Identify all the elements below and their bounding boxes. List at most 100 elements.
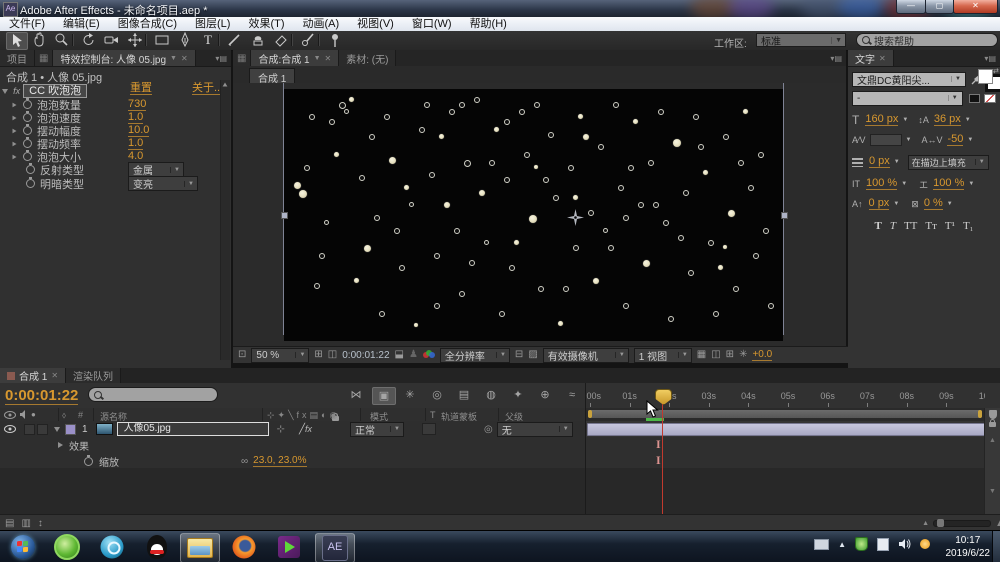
chevron-down-icon[interactable]: ▼	[967, 137, 973, 143]
layer-label-color[interactable]	[65, 424, 76, 435]
twirl-closed-icon[interactable]	[13, 115, 17, 120]
rotation-tool[interactable]	[79, 32, 99, 48]
roto-brush-tool[interactable]	[298, 32, 318, 48]
menu-item-0[interactable]: 文件(F)	[0, 18, 54, 31]
stopwatch-icon[interactable]	[84, 457, 93, 466]
menu-item-3[interactable]: 图层(L)	[186, 18, 239, 31]
twirl-closed-icon[interactable]	[13, 154, 17, 159]
font-family-dropdown[interactable]: 文鼎DC黄阳尖...▼	[852, 72, 966, 87]
chevron-down-icon[interactable]: ▼	[170, 167, 183, 173]
effect-dropdown-row[interactable]: 反射类型金属▼	[12, 163, 232, 176]
layer-duration-bar[interactable]	[587, 423, 985, 436]
property-value[interactable]: 1.0	[128, 112, 143, 124]
hand-tool[interactable]	[29, 32, 49, 48]
current-timecode[interactable]: 0:00:01:22	[5, 387, 78, 405]
viewer-pasteboard[interactable]	[233, 83, 846, 347]
chevron-down-icon[interactable]: ▼	[894, 159, 900, 165]
show-channels-icon[interactable]	[423, 350, 435, 360]
tab-composition[interactable]: 合成:合成 1 ▼ ✕	[251, 50, 339, 66]
chevron-down-icon[interactable]: ▼	[906, 137, 912, 143]
close-icon[interactable]: ✕	[51, 371, 58, 380]
resolution-dropdown[interactable]: 全分辨率▼	[440, 348, 510, 363]
chevron-down-icon[interactable]: ▼	[968, 181, 974, 187]
taskbar-video-player[interactable]	[93, 533, 131, 561]
superscript-button[interactable]: T¹	[941, 220, 959, 232]
menu-item-1[interactable]: 编辑(E)	[54, 18, 109, 31]
zoom-out-mountain-icon[interactable]: ▲	[922, 520, 929, 527]
scroll-down-icon[interactable]: ▼	[985, 488, 1000, 495]
motion-blur-icon[interactable]: ◍	[480, 387, 502, 403]
region-of-interest-icon[interactable]: ◫	[328, 348, 337, 362]
show-desktop-button[interactable]	[992, 531, 1000, 562]
property-value[interactable]: 10.0	[128, 125, 149, 137]
panel-menu-icon[interactable]: ▾▤	[826, 50, 846, 66]
twirl-closed-icon[interactable]	[13, 128, 17, 133]
draft-3d-icon[interactable]: ✳	[399, 387, 421, 403]
stroke-width-value[interactable]: 0 px	[869, 156, 890, 168]
faux-italic-button[interactable]: T	[886, 220, 900, 232]
viewer-timecode[interactable]: 0:00:01:22	[342, 350, 389, 361]
lock-icon[interactable]	[989, 422, 996, 427]
work-area-start-handle[interactable]	[588, 410, 592, 418]
pen-tool[interactable]	[175, 32, 195, 48]
shy-shield-icon[interactable]	[989, 410, 997, 419]
twirl-closed-icon[interactable]	[58, 442, 63, 448]
taskbar-qq[interactable]	[138, 533, 176, 561]
safe-margins-icon[interactable]: ⊞	[314, 348, 322, 362]
fill-stroke-swatches[interactable]: ⇄	[978, 69, 1000, 89]
transparency-grid-icon[interactable]: ▨	[528, 348, 537, 362]
reset-effect-link[interactable]: 重置	[130, 83, 152, 95]
layer-edge-handle[interactable]	[781, 212, 788, 219]
zoom-tool[interactable]	[52, 32, 72, 48]
twirl-closed-icon[interactable]	[13, 102, 17, 107]
expand-transfer-controls-icon[interactable]: ▤	[5, 518, 14, 529]
help-search-input[interactable]: 搜索帮助	[856, 33, 998, 47]
snapshot-camera-icon[interactable]: ⬓	[395, 348, 404, 362]
type-tool[interactable]: T	[198, 32, 218, 48]
all-caps-button[interactable]: TT	[900, 220, 921, 232]
fill-color-swatch[interactable]	[978, 69, 993, 84]
live-update-icon[interactable]: ▣	[372, 387, 396, 405]
property-value[interactable]: 4.0	[128, 151, 143, 163]
link-dimensions-icon[interactable]: ∞	[241, 456, 248, 467]
tab-character[interactable]: 文字✕	[848, 50, 894, 66]
unified-camera-tool[interactable]	[102, 32, 122, 48]
minimize-button[interactable]: —	[896, 0, 926, 14]
zoom-in-mountain-icon[interactable]: ▲	[995, 518, 1000, 529]
tab-timeline-comp[interactable]: 合成 1 ✕	[0, 368, 66, 383]
menu-item-7[interactable]: 窗口(W)	[403, 18, 461, 31]
start-button[interactable]	[4, 533, 42, 561]
taskbar-360-browser[interactable]	[48, 533, 86, 561]
timeline-divider[interactable]	[585, 383, 586, 514]
solo-toggle[interactable]	[37, 424, 48, 435]
show-snapshot-icon[interactable]: ♟	[409, 348, 418, 362]
layer-row[interactable]: 1 人像05.jpg ⊹ ╱ fx 正常▼ ◎ 无▼	[0, 421, 586, 438]
camera-dropdown[interactable]: 有效摄像机▼	[543, 348, 629, 363]
layer-track[interactable]	[586, 421, 985, 438]
graph-editor-icon[interactable]: ≈	[561, 387, 583, 403]
vertical-scale-value[interactable]: 100 %	[866, 178, 897, 190]
taskbar-clock[interactable]: 10:17 2019/6/22	[946, 534, 991, 560]
font-style-dropdown[interactable]: -▼	[852, 91, 963, 106]
always-preview-icon[interactable]: ⊡	[238, 348, 246, 362]
expand-keys-icon[interactable]: ↕	[38, 518, 43, 529]
close-icon[interactable]: ✕	[879, 54, 886, 63]
chevron-down-icon[interactable]: ▼	[901, 181, 907, 187]
menu-item-8[interactable]: 帮助(H)	[461, 18, 516, 31]
flowchart-icon[interactable]: ⊞	[726, 348, 734, 362]
menu-item-6[interactable]: 视图(V)	[348, 18, 403, 31]
stopwatch-icon[interactable]	[26, 179, 35, 188]
pan-behind-tool[interactable]	[125, 32, 145, 48]
kerning-value-box[interactable]	[870, 134, 902, 146]
blend-mode-dropdown[interactable]: 正常▼	[350, 422, 404, 437]
stopwatch-icon[interactable]	[23, 152, 32, 161]
layer-anchor-point-icon[interactable]	[567, 209, 584, 226]
horizontal-scale-value[interactable]: 100 %	[933, 178, 964, 190]
baseline-shift-value[interactable]: 0 px	[869, 198, 890, 210]
leading-value[interactable]: 36 px	[934, 114, 961, 126]
panel-menu-icon[interactable]: ▾▤	[980, 50, 1000, 66]
effect-header-row[interactable]: fx CC 吹泡泡 重置 关于...	[2, 82, 228, 96]
about-effect-link[interactable]: 关于...	[192, 83, 223, 95]
effect-dropdown-row[interactable]: 明暗类型变亮▼	[12, 177, 232, 190]
taskbar-after-effects[interactable]: AE	[315, 533, 355, 562]
